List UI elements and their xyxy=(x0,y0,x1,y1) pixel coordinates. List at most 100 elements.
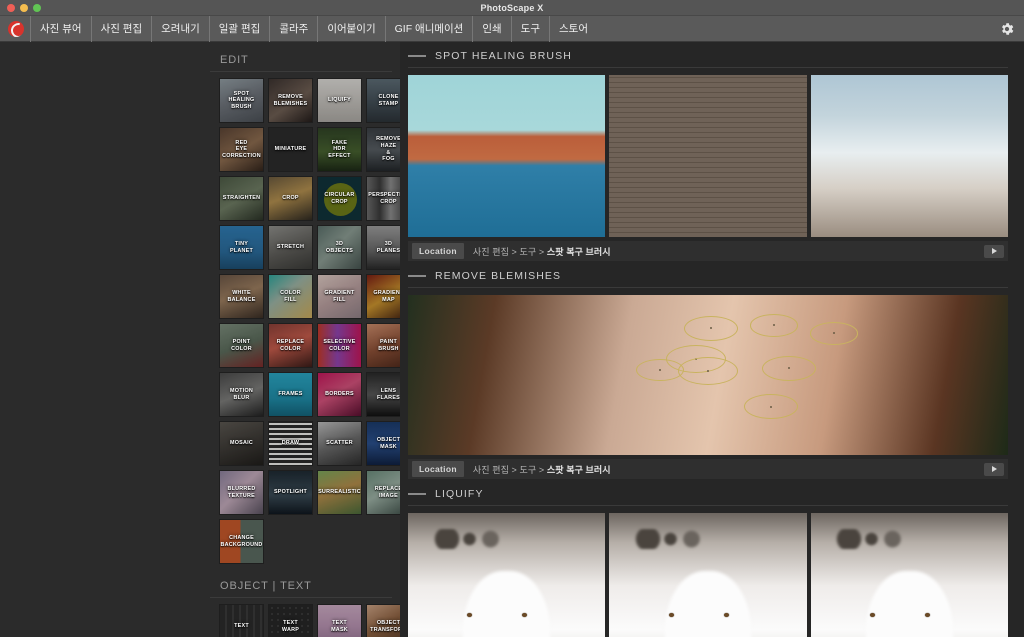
tool-tile[interactable]: FRAMES xyxy=(268,372,313,417)
preview-image[interactable] xyxy=(811,75,1008,237)
blemish-point xyxy=(659,369,661,371)
tool-tile[interactable]: CROP xyxy=(268,176,313,221)
main-menubar: 사진 뷰어사진 편집오려내기일괄 편집콜라주이어붙이기GIF 애니메이션인쇄도구… xyxy=(0,16,1024,42)
tool-section-heading: OBJECT | TEXT xyxy=(210,576,392,598)
blemish-marker[interactable] xyxy=(750,314,798,336)
tool-tile[interactable]: MINIATURE xyxy=(268,127,313,172)
tool-tile[interactable]: GRADIENT FILL xyxy=(317,274,362,319)
menu-item-0[interactable]: 사진 뷰어 xyxy=(30,16,91,42)
tool-tile-label: TEXT WARP xyxy=(269,620,312,633)
tool-tile-label: SPOTLIGHT xyxy=(273,489,308,496)
tool-tile[interactable]: 3D PLANES xyxy=(366,225,400,270)
tool-tile[interactable]: BLURRED TEXTURE xyxy=(219,470,264,515)
tool-tile[interactable]: SPOTLIGHT xyxy=(268,470,313,515)
tool-tile[interactable]: REMOVE HAZE & FOG xyxy=(366,127,400,172)
tool-tile[interactable]: LIQUIFY xyxy=(317,78,362,123)
tool-tile[interactable]: OBJECT TRANSFORM xyxy=(366,604,400,637)
blemish-marker[interactable] xyxy=(678,357,738,385)
preview-image[interactable] xyxy=(408,513,605,637)
preview-image[interactable] xyxy=(609,513,806,637)
tool-tile[interactable]: REPLACE IMAGE xyxy=(366,470,400,515)
blemish-marker[interactable] xyxy=(762,356,816,381)
menu-item-3[interactable]: 일괄 편집 xyxy=(209,16,270,42)
preview-image[interactable] xyxy=(609,75,806,237)
tool-tile[interactable]: GRADIENT MAP xyxy=(366,274,400,319)
tool-tile[interactable]: SURREALISTIC xyxy=(317,470,362,515)
location-path: 사진 편집 > 도구 > 스팟 복구 브러시 xyxy=(473,463,611,476)
tool-tile[interactable]: MOSAIC xyxy=(219,421,264,466)
tool-section-heading: EDIT xyxy=(210,50,392,72)
tool-tile-label: 3D OBJECTS xyxy=(318,241,361,254)
tool-tile[interactable]: OBJECT MASK xyxy=(366,421,400,466)
tool-tile-label: REPLACE IMAGE xyxy=(367,486,400,499)
play-icon[interactable] xyxy=(984,245,1004,258)
location-bar: Location사진 편집 > 도구 > 스팟 복구 브러시 xyxy=(408,241,1008,261)
menu-item-5[interactable]: 이어붙이기 xyxy=(317,16,384,42)
tool-tile[interactable]: REPLACE COLOR xyxy=(268,323,313,368)
tool-panel: EDIT SPOT HEALING BRUSHREMOVE BLEMISHESLI… xyxy=(210,42,400,637)
tool-tile-label: PERSPECTIVE CROP xyxy=(367,192,400,205)
photoscape-logo-icon xyxy=(8,21,24,37)
blemish-point xyxy=(788,367,790,369)
blemish-marker[interactable] xyxy=(636,359,684,381)
menu-item-4[interactable]: 콜라주 xyxy=(269,16,317,42)
blemish-point xyxy=(707,370,709,372)
location-path-prefix: 사진 편집 > 도구 > xyxy=(473,465,547,475)
preview-image[interactable] xyxy=(408,295,1008,455)
tool-tile[interactable]: POINT COLOR xyxy=(219,323,264,368)
tool-tile-label: MINIATURE xyxy=(274,146,308,153)
fox-head-shape xyxy=(866,571,953,637)
gear-icon[interactable] xyxy=(999,21,1015,37)
tool-tile[interactable]: CIRCULAR CROP xyxy=(317,176,362,221)
preview-image-row xyxy=(408,513,1008,637)
tool-tile[interactable]: SCATTER xyxy=(317,421,362,466)
preview-title: LIQUIFY xyxy=(435,488,484,500)
tool-tile[interactable]: MOTION BLUR xyxy=(219,372,264,417)
tool-tile-label: SELECTIVE COLOR xyxy=(318,339,361,352)
blemish-point xyxy=(773,324,775,326)
tool-tile-label: TEXT MASK xyxy=(318,620,361,633)
menu-item-2[interactable]: 오려내기 xyxy=(151,16,209,42)
tool-tile-label: GRADIENT MAP xyxy=(367,290,400,303)
tool-tile-label: BORDERS xyxy=(324,391,355,398)
tool-tile[interactable]: TEXT WARP xyxy=(268,604,313,637)
tool-tile[interactable]: FAKE HDR EFFECT xyxy=(317,127,362,172)
tool-tile[interactable]: DRAW xyxy=(268,421,313,466)
tool-tile[interactable]: PERSPECTIVE CROP xyxy=(366,176,400,221)
tool-tile[interactable]: BORDERS xyxy=(317,372,362,417)
menu-item-7[interactable]: 인쇄 xyxy=(472,16,510,42)
tool-tile-label: FRAMES xyxy=(277,391,303,398)
tool-tile[interactable]: CHANGE BACKGROUND xyxy=(219,519,264,564)
tool-tile[interactable]: TEXT MASK xyxy=(317,604,362,637)
tool-tile[interactable]: TEXT xyxy=(219,604,264,637)
tool-tile[interactable]: WHITE BALANCE xyxy=(219,274,264,319)
tool-tile[interactable]: SELECTIVE COLOR xyxy=(317,323,362,368)
blemish-marker[interactable] xyxy=(744,394,798,419)
blemish-point xyxy=(710,327,712,329)
tool-tile[interactable]: PAINT BRUSH xyxy=(366,323,400,368)
tool-tile[interactable]: STRAIGHTEN xyxy=(219,176,264,221)
tool-tile[interactable]: 3D OBJECTS xyxy=(317,225,362,270)
tool-tile[interactable]: RED EYE CORRECTION xyxy=(219,127,264,172)
preview-image[interactable] xyxy=(811,513,1008,637)
location-label: Location xyxy=(412,243,464,259)
tool-tile[interactable]: REMOVE BLEMISHES xyxy=(268,78,313,123)
preview-image[interactable] xyxy=(408,75,605,237)
tool-tile-label: SPOT HEALING BRUSH xyxy=(220,91,263,111)
menu-item-9[interactable]: 스토어 xyxy=(549,16,597,42)
blemish-marker[interactable] xyxy=(810,322,858,344)
tool-tile[interactable]: SPOT HEALING BRUSH xyxy=(219,78,264,123)
menu-item-6[interactable]: GIF 애니메이션 xyxy=(385,16,473,42)
preview-header: SPOT HEALING BRUSH xyxy=(408,50,1008,68)
tool-tile[interactable]: LENS FLARES xyxy=(366,372,400,417)
preview-image-row xyxy=(408,295,1008,455)
menu-item-8[interactable]: 도구 xyxy=(511,16,549,42)
menu-item-1[interactable]: 사진 편집 xyxy=(91,16,152,42)
tool-tile[interactable]: COLOR FILL xyxy=(268,274,313,319)
tool-tile[interactable]: STRETCH xyxy=(268,225,313,270)
blemish-marker[interactable] xyxy=(684,316,738,341)
tool-tile[interactable]: TINY PLANET xyxy=(219,225,264,270)
play-icon[interactable] xyxy=(984,463,1004,476)
tool-tile[interactable]: CLONE STAMP xyxy=(366,78,400,123)
menu-item-list: 사진 뷰어사진 편집오려내기일괄 편집콜라주이어붙이기GIF 애니메이션인쇄도구… xyxy=(30,16,597,42)
